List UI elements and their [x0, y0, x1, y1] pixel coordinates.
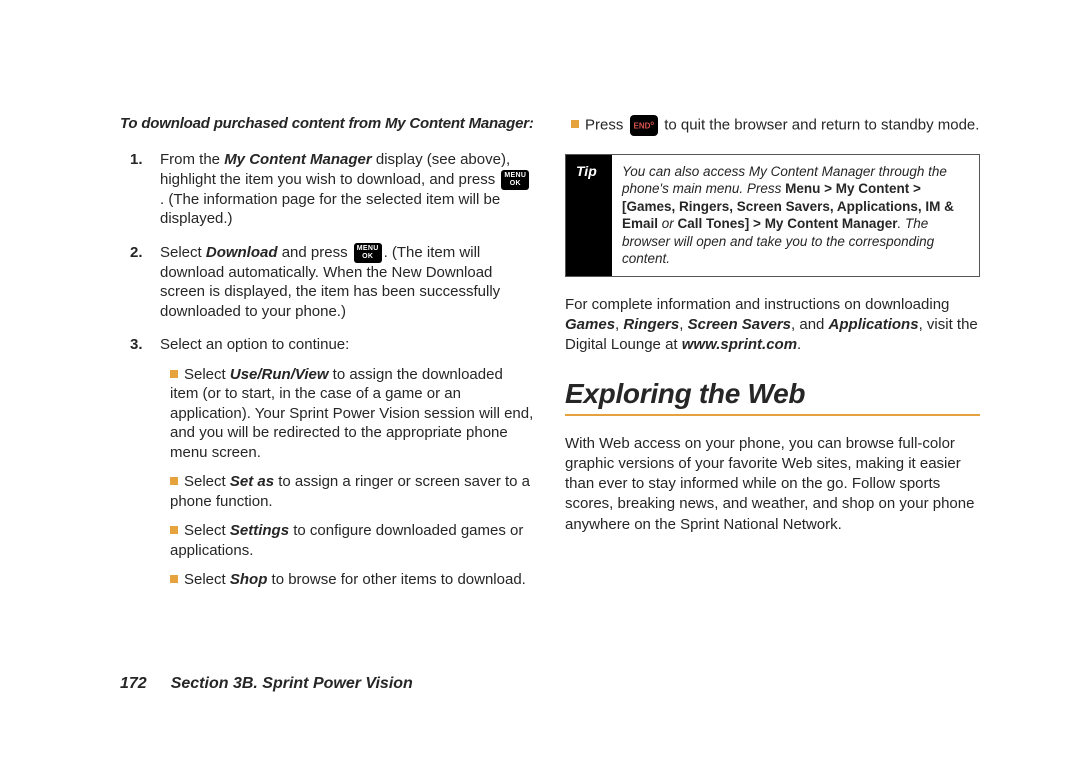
- sub-set-as: Select Set as to assign a ringer or scre…: [170, 472, 535, 511]
- complete-info-paragraph: For complete information and instruction…: [565, 295, 980, 356]
- tip-body: You can also access My Content Manager t…: [612, 155, 979, 276]
- right-column: Press ENDo to quit the browser and retur…: [565, 115, 980, 604]
- page-number: 172: [120, 675, 147, 692]
- section-heading: Exploring the Web: [565, 378, 980, 410]
- page-footer: 172 Section 3B. Sprint Power Vision: [120, 675, 413, 693]
- step-2: 2. Select Download and press MENUOK. (Th…: [130, 243, 535, 322]
- step-3-text: Select an option to continue:: [160, 336, 349, 353]
- bullet-icon: [170, 370, 178, 378]
- sub-shop: Select Shop to browse for other items to…: [170, 570, 535, 590]
- step-2-text: Select Download and press MENUOK. (The i…: [160, 244, 500, 320]
- heading-rule: [565, 414, 980, 416]
- bullet-icon: [571, 120, 579, 128]
- end-key-icon: ENDo: [630, 115, 659, 136]
- tip-label: Tip: [566, 155, 612, 276]
- step-number: 1.: [130, 150, 143, 170]
- bullet-icon: [170, 575, 178, 583]
- menu-ok-key-icon: MENUOK: [501, 170, 529, 190]
- tip-box: Tip You can also access My Content Manag…: [565, 154, 980, 277]
- press-end-item: Press ENDo to quit the browser and retur…: [565, 115, 980, 136]
- exploring-web-body: With Web access on your phone, you can b…: [565, 434, 980, 535]
- step-3-subitems: Select Use/Run/View to assign the downlo…: [160, 365, 535, 590]
- bullet-icon: [170, 477, 178, 485]
- step-number: 2.: [130, 243, 143, 263]
- download-steps: 1. From the My Content Manager display (…: [130, 150, 535, 590]
- step-number: 3.: [130, 335, 143, 355]
- menu-ok-key-icon: MENUOK: [354, 243, 382, 263]
- sub-use-run-view: Select Use/Run/View to assign the downlo…: [170, 365, 535, 463]
- step-3: 3. Select an option to continue: Select …: [130, 335, 535, 590]
- download-intro: To download purchased content from My Co…: [120, 115, 535, 132]
- left-column: To download purchased content from My Co…: [120, 115, 535, 604]
- section-title: Section 3B. Sprint Power Vision: [171, 675, 413, 692]
- step-1: 1. From the My Content Manager display (…: [130, 150, 535, 229]
- manual-page: To download purchased content from My Co…: [0, 0, 1080, 771]
- bullet-icon: [170, 526, 178, 534]
- sub-settings: Select Settings to configure downloaded …: [170, 521, 535, 560]
- two-column-layout: To download purchased content from My Co…: [120, 115, 980, 604]
- step-1-text: From the My Content Manager display (see…: [160, 151, 531, 227]
